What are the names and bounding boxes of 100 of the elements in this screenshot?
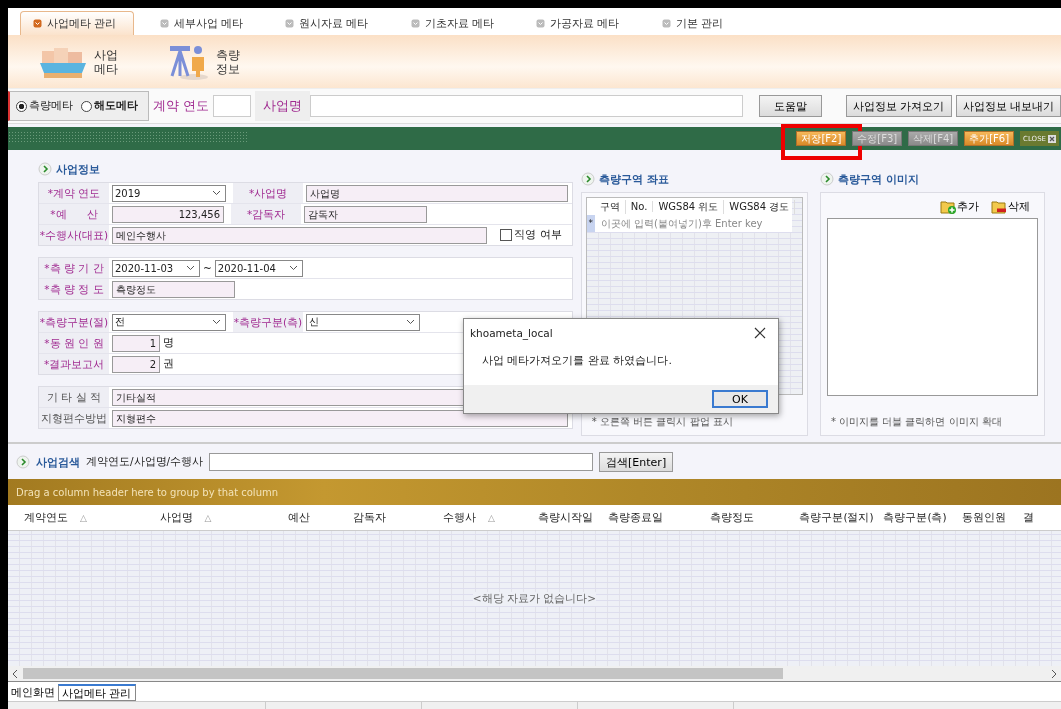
chevron-icon (580, 172, 595, 186)
group-hint: Drag a column header here to group by that column (16, 486, 279, 498)
column-header[interactable]: No. (625, 201, 654, 212)
radio-button[interactable] (16, 100, 27, 112)
scroll-right-icon[interactable] (1050, 668, 1058, 679)
field-label: *측량구분(절) (39, 312, 109, 332)
menu-tab[interactable]: 세부사업 메타 (147, 11, 259, 35)
menu-tab[interactable]: 가공자료 메타 (524, 11, 636, 35)
dropdown[interactable]: 2019 (112, 184, 226, 202)
field-label: *예 산 (39, 204, 109, 224)
chevron-down-icon (212, 319, 221, 325)
chevron-down-icon (212, 190, 221, 196)
dropdown[interactable]: 전 (112, 313, 226, 331)
column-header[interactable]: 측량구분(절지) (794, 505, 879, 530)
checkbox[interactable] (500, 229, 513, 241)
bullet-icon (285, 18, 294, 28)
scroll-left-icon[interactable] (11, 668, 19, 679)
input-field[interactable]: 1 (112, 334, 160, 352)
menu-tab[interactable]: 기본 관리 (649, 11, 739, 35)
unit-label: 권 (163, 357, 174, 371)
input-field[interactable]: 2 (112, 355, 160, 373)
window-tab[interactable]: 사업메타 관리 (58, 684, 136, 701)
field-label: 계약연도/사업명/수행사 (86, 455, 204, 469)
input-field[interactable]: 메인수행사 (112, 226, 488, 244)
checkbox-label: 직영 여부 (514, 228, 562, 242)
close-icon[interactable] (754, 327, 766, 339)
horizontal-scrollbar[interactable] (8, 666, 1061, 681)
dialog-message: 사업 메타가져오기를 완료 하였습니다. (481, 353, 673, 369)
column-header[interactable]: WGS84 경도 (724, 199, 796, 214)
ribbon-button[interactable]: 사업 메타 (38, 44, 136, 79)
column-header[interactable]: 계약연도 △ (8, 505, 103, 530)
column-header[interactable]: 감독자 (330, 505, 408, 530)
chevron-down-icon (186, 265, 195, 271)
dropdown[interactable]: 2020-11-04 (214, 259, 303, 277)
menu-tab[interactable]: 원시자료 메타 (273, 11, 385, 35)
section-title: 사업검색 (36, 454, 80, 470)
input-field[interactable]: 123,456 (112, 205, 224, 223)
new-row-hint[interactable]: 이곳에 입력(붙여넣기)후 Enter key (594, 216, 763, 231)
input-field[interactable] (213, 95, 252, 117)
hint-text: * 오른쪽 버튼 클릭시 팝업 표시 (590, 415, 734, 429)
column-header[interactable]: 구역 (594, 199, 626, 214)
search-button[interactable]: 검색[Enter] (599, 452, 674, 472)
field-label: *수행사(대표) (39, 225, 109, 245)
column-header[interactable]: 예산 (268, 505, 330, 530)
input-field[interactable]: 측량정도 (112, 280, 235, 298)
new-row-marker: * (586, 215, 595, 232)
chevron-icon (38, 162, 52, 176)
field-label: 사업명 (255, 91, 311, 121)
folder-remove-icon (991, 199, 1007, 214)
bullet-icon (33, 19, 42, 28)
input-field[interactable]: 감독자 (304, 205, 427, 223)
toolbar-button[interactable]: 사업정보 내보내기 (955, 95, 1061, 117)
radio-button[interactable] (81, 100, 92, 112)
dropdown[interactable]: 신 (306, 313, 420, 331)
column-header[interactable]: 측량구분(측) (879, 505, 951, 530)
field-label: *계약 연도 (39, 183, 109, 203)
field-label: *동 원 인 원 (39, 333, 109, 353)
field-label: *감독자 (231, 204, 301, 224)
window-tab[interactable]: 메인화면 (8, 684, 58, 701)
input-field[interactable]: 지형편수 (112, 409, 568, 427)
ok-button[interactable]: OK (712, 390, 768, 408)
search-field[interactable] (209, 453, 594, 471)
column-header[interactable]: 수행사 △ (408, 505, 530, 530)
column-header[interactable]: 측량시작일 (530, 505, 600, 530)
field-label: *결과보고서 (39, 354, 109, 374)
field-label: *사업명 (233, 183, 303, 203)
section-title: 측량구역 좌표 (598, 171, 669, 187)
image-area[interactable] (826, 218, 1038, 396)
bullet-icon (410, 18, 420, 28)
section-title: 측량구역 이미지 (837, 171, 919, 187)
field-label: 계약 연도 (152, 97, 211, 115)
input-field[interactable] (310, 95, 743, 117)
add-button[interactable]: 추가 (940, 199, 979, 214)
chevron-icon (819, 172, 834, 186)
column-header[interactable]: 측량정도 (670, 505, 794, 530)
section-title: 사업정보 (56, 161, 100, 177)
bullet-icon (661, 18, 671, 28)
dropdown[interactable]: 2020-11-03 (112, 259, 200, 277)
ribbon-button[interactable]: 측량 정보 (166, 42, 258, 81)
close-icon (1048, 134, 1056, 143)
help-button[interactable]: 도움말 (759, 95, 822, 117)
menu-tab[interactable]: 기초자료 메타 (398, 11, 510, 35)
chevron-icon (16, 455, 30, 469)
radio-label: 해도메타 (94, 99, 138, 113)
empty-message: <해당 자료가 없습니다> (472, 591, 597, 606)
delete-button[interactable]: 삭제 (991, 199, 1030, 214)
column-header[interactable]: 동원인원 (951, 505, 1016, 530)
chevron-down-icon (406, 319, 415, 325)
column-header[interactable]: 결 (1016, 505, 1040, 530)
dialog-title: khoameta_local (470, 327, 553, 339)
unit-label: 명 (163, 336, 174, 350)
column-header[interactable]: 측량종료일 (600, 505, 670, 530)
field-label: *측량구분(측) (233, 312, 303, 332)
input-field[interactable]: 사업명 (306, 184, 568, 202)
toolbar-button[interactable]: 사업정보 가져오기 (846, 95, 952, 117)
column-header[interactable]: WGS84 위도 (653, 199, 725, 214)
menu-tab[interactable]: 사업메타 관리 (20, 11, 134, 35)
field-label: *측 량 정 도 (39, 279, 109, 299)
radio-label: 측량메타 (29, 99, 73, 113)
column-header[interactable]: 사업명 △ (103, 505, 268, 530)
